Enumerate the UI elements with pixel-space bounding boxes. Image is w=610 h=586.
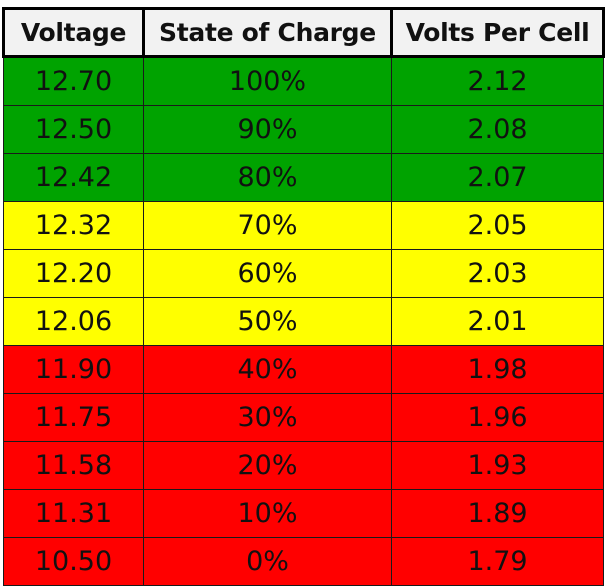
table-row: 12.32 70% 2.05 <box>3 201 604 250</box>
header-volts-per-cell: Volts Per Cell <box>390 7 605 58</box>
table-row: 12.42 80% 2.07 <box>3 153 604 202</box>
voltage-cell: 12.70 <box>3 56 144 106</box>
header-row: Voltage State of Charge Volts Per Cell <box>2 7 605 58</box>
state-of-charge-cell: 70% <box>143 201 392 250</box>
battery-charge-table: Voltage State of Charge Volts Per Cell 1… <box>2 7 605 586</box>
voltage-cell: 11.58 <box>3 441 144 490</box>
volts-per-cell-cell: 2.05 <box>391 201 604 250</box>
voltage-cell: 12.50 <box>3 105 144 154</box>
state-of-charge-cell: 0% <box>143 537 392 586</box>
table-row: 11.31 10% 1.89 <box>3 489 604 538</box>
volts-per-cell-cell: 1.89 <box>391 489 604 538</box>
table-row: 12.20 60% 2.03 <box>3 249 604 298</box>
volts-per-cell-cell: 1.98 <box>391 345 604 394</box>
table-row: 11.90 40% 1.98 <box>3 345 604 394</box>
state-of-charge-cell: 30% <box>143 393 392 442</box>
state-of-charge-cell: 60% <box>143 249 392 298</box>
volts-per-cell-cell: 1.96 <box>391 393 604 442</box>
volts-per-cell-cell: 1.93 <box>391 441 604 490</box>
voltage-cell: 12.06 <box>3 297 144 346</box>
table-row: 12.70 100% 2.12 <box>3 56 604 106</box>
volts-per-cell-cell: 1.79 <box>391 537 604 586</box>
voltage-cell: 10.50 <box>3 537 144 586</box>
header-voltage: Voltage <box>2 7 145 58</box>
state-of-charge-cell: 80% <box>143 153 392 202</box>
volts-per-cell-cell: 2.08 <box>391 105 604 154</box>
voltage-cell: 12.32 <box>3 201 144 250</box>
state-of-charge-cell: 10% <box>143 489 392 538</box>
voltage-cell: 11.31 <box>3 489 144 538</box>
state-of-charge-cell: 20% <box>143 441 392 490</box>
volts-per-cell-cell: 2.07 <box>391 153 604 202</box>
state-of-charge-cell: 90% <box>143 105 392 154</box>
table-body: 12.70 100% 2.12 12.50 90% 2.08 12.42 80% 2.07 12.… <box>3 56 604 586</box>
table-row: 10.50 0% 1.79 <box>3 537 604 586</box>
voltage-cell: 12.20 <box>3 249 144 298</box>
volts-per-cell-cell: 2.03 <box>391 249 604 298</box>
header-state-of-charge: State of Charge <box>142 7 393 58</box>
state-of-charge-cell: 50% <box>143 297 392 346</box>
voltage-cell: 11.90 <box>3 345 144 394</box>
table-row: 12.06 50% 2.01 <box>3 297 604 346</box>
table-row: 12.50 90% 2.08 <box>3 105 604 154</box>
state-of-charge-cell: 100% <box>143 56 392 106</box>
volts-per-cell-cell: 2.01 <box>391 297 604 346</box>
voltage-cell: 11.75 <box>3 393 144 442</box>
state-of-charge-cell: 40% <box>143 345 392 394</box>
voltage-cell: 12.42 <box>3 153 144 202</box>
table-row: 11.75 30% 1.96 <box>3 393 604 442</box>
table-row: 11.58 20% 1.93 <box>3 441 604 490</box>
volts-per-cell-cell: 2.12 <box>391 56 604 106</box>
